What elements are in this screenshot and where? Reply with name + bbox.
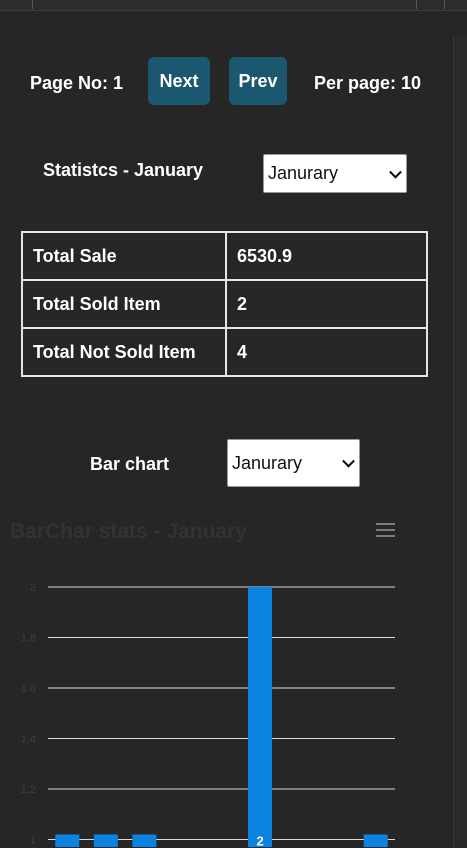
bar[interactable]	[363, 834, 388, 848]
stat-label: Total Not Sold Item	[21, 327, 227, 377]
bar[interactable]	[55, 834, 80, 848]
y-tick-label: 1.6	[21, 683, 36, 695]
top-bar-divider	[444, 0, 445, 9]
bar[interactable]	[93, 834, 118, 848]
stat-value: 2	[225, 279, 428, 329]
bar-data-label: 2	[256, 834, 263, 848]
table-row: Total Not Sold Item 4	[21, 327, 428, 377]
y-tick-label: 1.4	[21, 734, 36, 746]
table-row: Total Sold Item 2	[21, 279, 428, 329]
statistics-month-select[interactable]: Janurary	[263, 154, 407, 193]
per-page-label: Per page: 10	[314, 73, 422, 93]
bar[interactable]	[132, 834, 157, 848]
chart-title: BarChar stats - January	[10, 520, 247, 543]
y-tick-label: 1.8	[21, 633, 36, 645]
chevron-down-icon	[389, 165, 402, 179]
stat-value: 6530.9	[225, 231, 428, 281]
bar-chart-month-select[interactable]: Janurary	[227, 439, 360, 487]
right-scroll-strip[interactable]	[453, 36, 467, 847]
hamburger-menu-icon[interactable]	[376, 523, 396, 537]
bar-chart-heading: Bar chart	[90, 454, 170, 474]
chevron-down-icon	[342, 454, 355, 468]
stat-label: Total Sale	[21, 231, 227, 281]
statistics-table: Total Sale 6530.9 Total Sold Item 2 Tota…	[21, 231, 428, 377]
prev-button[interactable]: Prev	[229, 57, 287, 105]
statistics-month-value: Janurary	[268, 163, 339, 183]
page-number-label: Page No: 1	[30, 73, 124, 93]
top-bar-divider	[416, 0, 417, 9]
next-button[interactable]: Next	[148, 57, 210, 105]
window-top-bar	[0, 0, 467, 11]
statistics-heading: Statistcs - January	[43, 160, 204, 180]
bar-chart: 1 1.2 1.4 1.6 1.8 2 2	[21, 582, 395, 848]
y-tick-label: 2	[30, 582, 36, 594]
stat-label: Total Sold Item	[21, 279, 227, 329]
y-tick-label: 1	[30, 835, 36, 847]
bar[interactable]	[248, 587, 273, 847]
y-tick-label: 1.2	[21, 784, 36, 796]
stat-value: 4	[225, 327, 428, 377]
top-bar-divider	[32, 0, 33, 9]
bar-chart-month-value: Janurary	[232, 452, 303, 473]
table-row: Total Sale 6530.9	[21, 231, 428, 281]
